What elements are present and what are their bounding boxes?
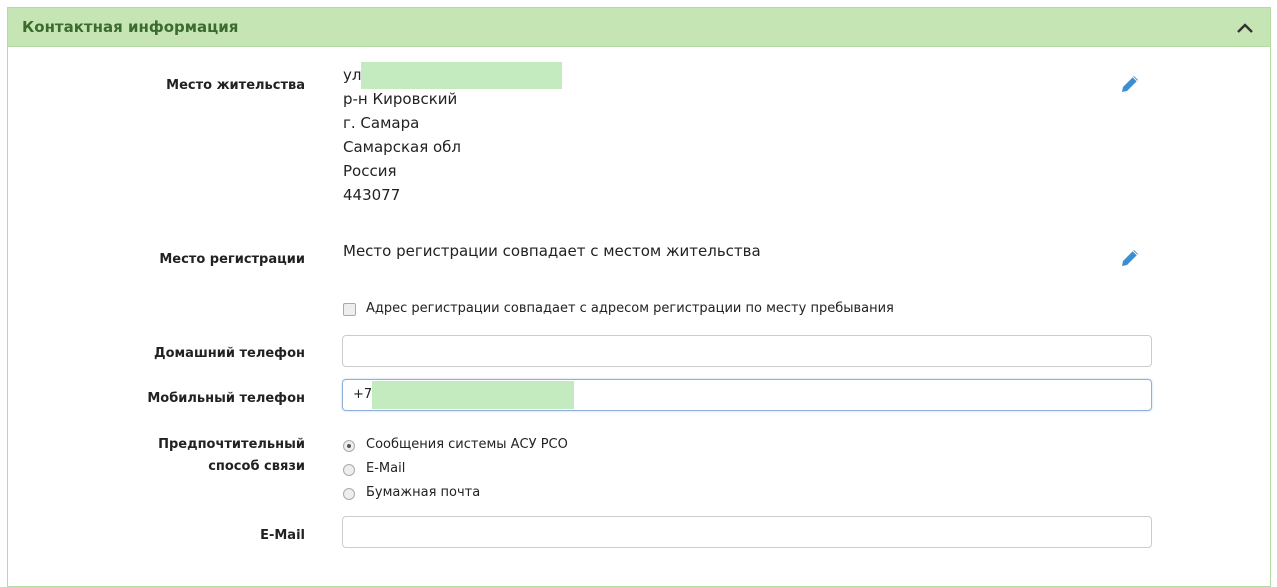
mobile-phone-label: Мобильный телефон [147,391,305,406]
contact-method-option-system: Сообщения системы АСУ РСО [366,437,568,452]
same-address-checkbox-label: Адрес регистрации совпадает с адресом ре… [366,301,894,316]
residence-label: Место жительства [166,78,305,93]
home-phone-label: Домашний телефон [154,346,305,361]
edit-registration-pencil-icon[interactable] [1119,247,1141,269]
registration-label: Место регистрации [159,252,305,267]
same-address-checkbox[interactable] [343,303,356,316]
contact-method-label-line1: Предпочтительный [158,437,305,452]
residence-district: р-н Кировский [343,90,458,108]
home-phone-input[interactable] [342,335,1152,367]
contact-info-panel: Контактная информация [7,7,1271,587]
residence-postcode: 443077 [343,186,401,204]
email-label: E-Mail [260,528,305,543]
email-input[interactable] [342,516,1152,548]
contact-method-radio-email[interactable] [343,464,355,476]
panel-title: Контактная информация [22,18,239,36]
redacted-phone [372,381,574,409]
contact-method-option-email: E-Mail [366,461,406,476]
residence-region: Самарская обл [343,138,462,156]
contact-method-radio-paper[interactable] [343,488,355,500]
contact-method-label-line2: способ связи [208,459,305,474]
contact-method-option-paper: Бумажная почта [366,485,481,500]
edit-residence-pencil-icon[interactable] [1119,73,1141,95]
registration-value: Место регистрации совпадает с местом жит… [343,242,761,260]
chevron-up-icon[interactable] [1236,20,1254,34]
contact-method-radio-system[interactable] [343,440,355,452]
redacted-street [361,62,562,89]
residence-country: Россия [343,162,397,180]
panel-header[interactable]: Контактная информация [8,8,1270,47]
residence-city: г. Самара [343,114,420,132]
